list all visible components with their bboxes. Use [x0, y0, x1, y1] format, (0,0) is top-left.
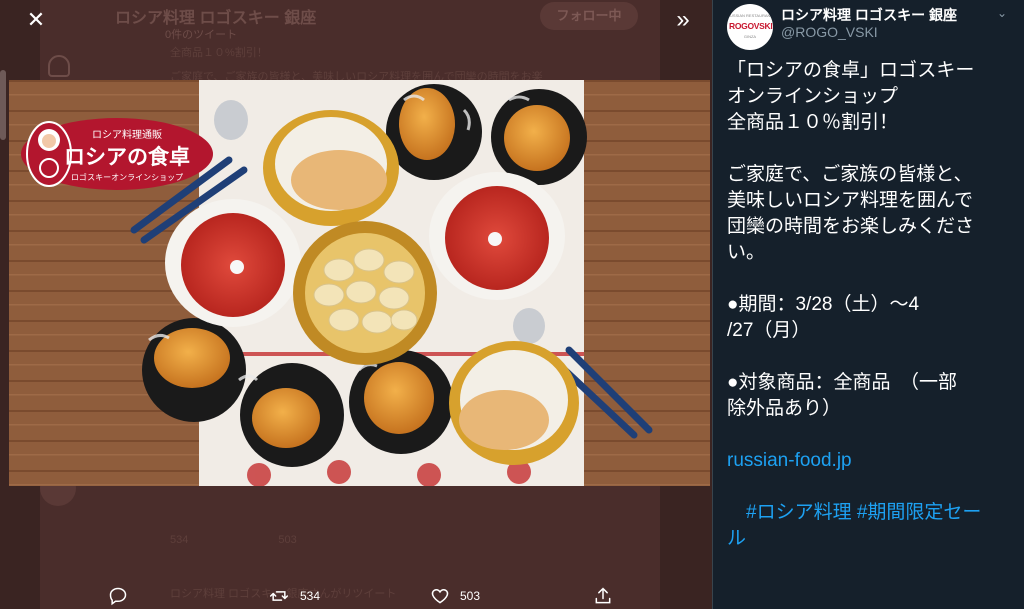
double-chevron-right-icon[interactable]: »: [668, 6, 698, 34]
author-handle[interactable]: @ROGO_VSKI: [781, 24, 878, 40]
tweet-line: 全商品１０％割引！: [727, 112, 899, 133]
tweet-actions: 534 503: [0, 580, 712, 609]
background-header-sub: 0件のツイート: [165, 29, 238, 41]
background-header-name: ロシア料理 ロゴスキー 銀座: [115, 10, 317, 27]
tweet-line: い。: [727, 242, 766, 263]
media-viewer: ロシア料理 ロゴスキー 銀座 0件のツイート フォロー中 全商品１０%割引！ ご…: [0, 0, 1024, 609]
share-icon: [595, 587, 611, 604]
like-button[interactable]: 503: [430, 586, 480, 606]
avatar-small-text: RUSSIAN RESTAURANT: [727, 13, 773, 18]
scrollbar[interactable]: [0, 70, 6, 140]
reply-button[interactable]: [108, 586, 138, 606]
avatar-logo-text: ROGOVSKI: [729, 21, 773, 31]
close-icon[interactable]: ✕: [22, 6, 50, 34]
shop-banner: ロシア料理通販 ロシアの食卓 ロゴスキーオンラインショップ: [21, 118, 213, 190]
share-button[interactable]: [593, 586, 613, 606]
background-follow-button[interactable]: フォロー中: [540, 2, 638, 30]
background-action-count: 503: [278, 534, 297, 546]
tweet-detail-panel: RUSSIAN RESTAURANT ROGOVSKI GINZA ロシア料理 …: [712, 0, 1024, 609]
background-text: 全商品１０%割引！: [170, 47, 268, 59]
tweet-text: 「ロシアの食卓」ロゴスキー オンラインショップ 全商品１０％割引！ ご家庭で、ご…: [727, 58, 1023, 552]
banner-top-text: ロシア料理通販: [92, 128, 162, 141]
banner-main-text: ロシアの食卓: [64, 145, 190, 169]
tweet-line: ご家庭で、ご家族の皆様と、: [727, 164, 973, 185]
author-name[interactable]: ロシア料理 ロゴスキー 銀座: [781, 5, 957, 25]
hashtag-link[interactable]: #ロシア料理 #期間限定セー: [727, 500, 1023, 526]
retweet-button[interactable]: 534: [268, 586, 320, 606]
tweet-line: 除外品あり）: [727, 398, 842, 419]
tweet-line: ●対象商品：全商品 （一部: [727, 372, 957, 393]
food-photo-illustration: ロシア料理通販 ロシアの食卓 ロゴスキーオンラインショップ: [9, 80, 710, 486]
tweet-link[interactable]: russian-food.jp: [727, 448, 1023, 474]
like-count: 503: [460, 589, 481, 603]
tweet-line: 「ロシアの食卓」ロゴスキー: [727, 60, 975, 81]
avatar[interactable]: RUSSIAN RESTAURANT ROGOVSKI GINZA: [727, 4, 773, 50]
background-action-count: 534: [170, 534, 189, 546]
tweet-line: オンラインショップ: [727, 86, 899, 107]
background-actions: 534 503: [170, 534, 570, 546]
shield-icon: [48, 55, 70, 77]
tweet-line: ●期間：3/28（土）〜4: [727, 294, 920, 315]
reply-icon: [109, 587, 127, 606]
retweet-icon: [269, 591, 289, 601]
heart-icon: [431, 588, 449, 604]
tweet-line: 団欒の時間をお楽しみくださ: [727, 216, 975, 237]
tweet-line: /27（月）: [727, 320, 811, 341]
hashtag-link[interactable]: ル: [727, 526, 1023, 552]
tweet-photo[interactable]: ロシア料理通販 ロシアの食卓 ロゴスキーオンラインショップ: [9, 80, 710, 486]
banner-sub-text: ロゴスキーオンラインショップ: [71, 172, 183, 182]
tweet-line: 美味しいロシア料理を囲んで: [727, 190, 974, 211]
avatar-small-text: GINZA: [743, 34, 757, 39]
retweet-count: 534: [300, 589, 321, 603]
chevron-down-icon[interactable]: ⌄: [997, 6, 1007, 20]
